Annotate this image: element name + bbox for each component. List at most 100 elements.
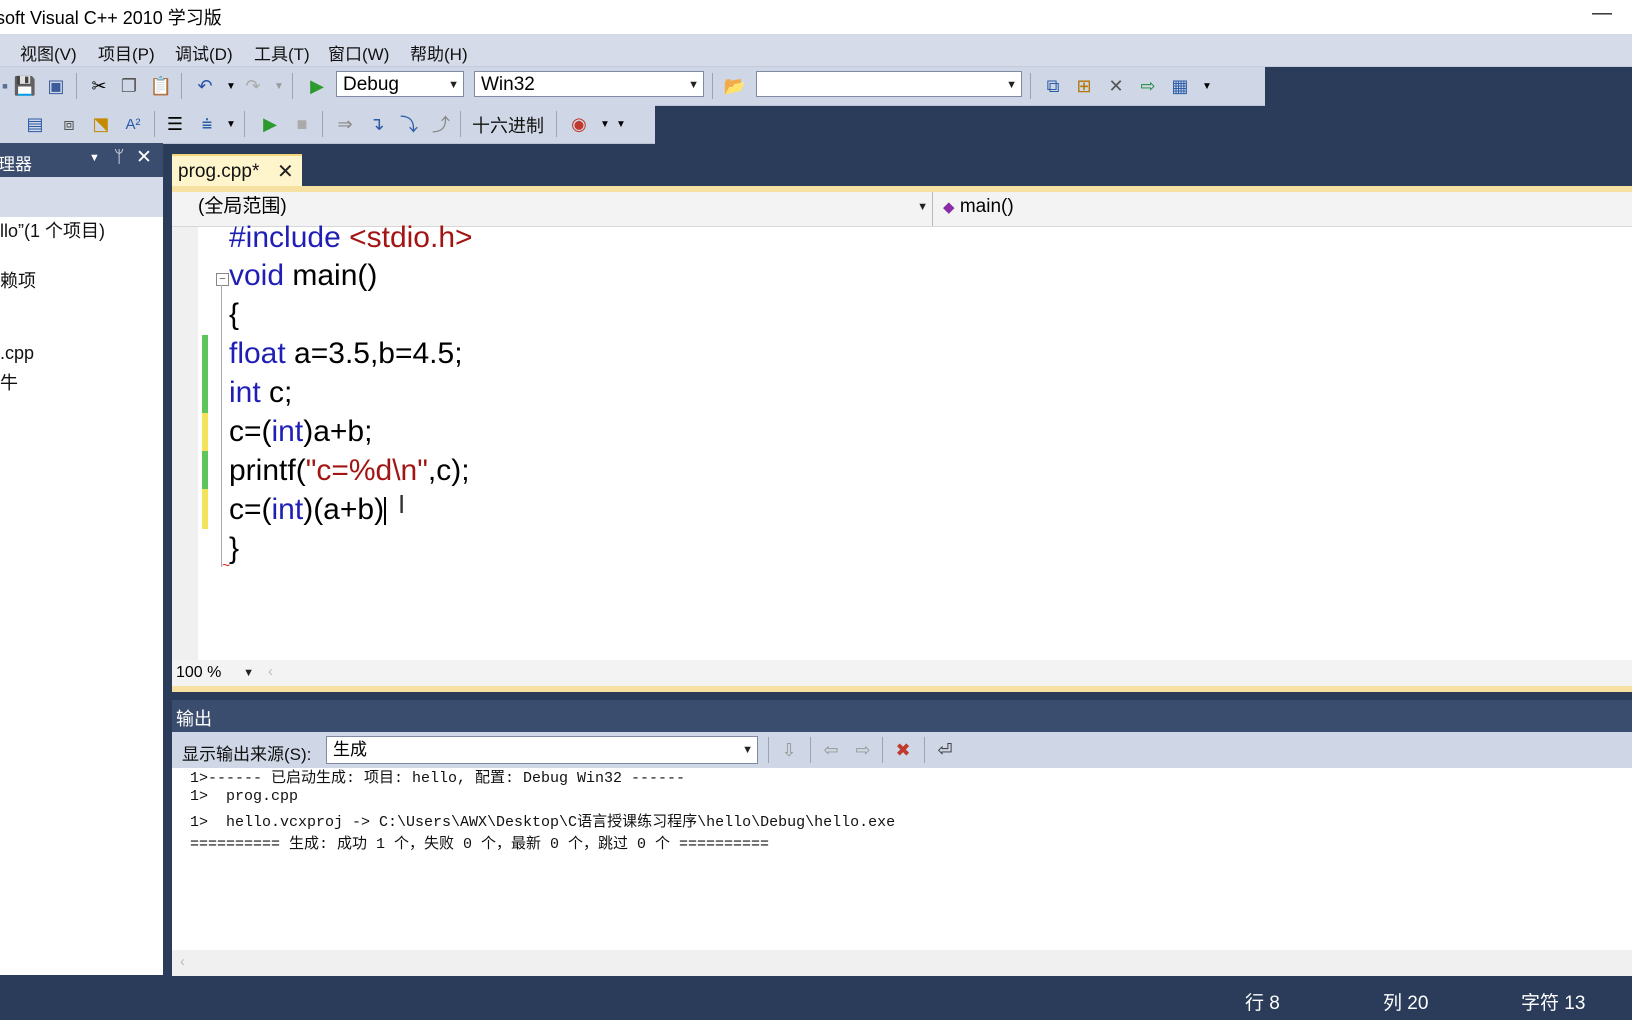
status-bar: 行 8 列 20 字符 13 — [0, 976, 1632, 1020]
separator — [322, 111, 323, 137]
code-line: printf("c=%d\n",c); — [229, 454, 470, 488]
minimize-button[interactable]: — — [1590, 2, 1614, 28]
continue-icon[interactable]: ▶ — [257, 111, 283, 137]
find-combo[interactable]: ▼ — [756, 71, 1022, 97]
breakpoint-window-icon[interactable]: ◉ — [566, 111, 592, 137]
save-all-icon[interactable]: ▣ — [43, 73, 69, 99]
save-icon[interactable]: 💾 — [12, 73, 38, 99]
tools-icon[interactable]: ✕ — [1103, 73, 1129, 99]
code-text: )(a+b) — [303, 493, 385, 526]
show-next-statement-icon[interactable]: ⇒ — [332, 111, 358, 137]
separator — [76, 73, 77, 99]
previous-message-icon[interactable]: ⇦ — [818, 737, 844, 763]
menu-view[interactable]: 视图(V) — [20, 40, 77, 65]
redo-icon[interactable]: ↷ — [240, 73, 266, 99]
tree-item-prog-cpp[interactable]: .cpp — [0, 343, 34, 364]
method-icon: ◆ — [943, 199, 955, 216]
scope-value: (全局范围) — [198, 196, 287, 217]
parameter-info-icon[interactable]: ⧈ — [56, 111, 82, 137]
output-horizontal-scrollbar[interactable]: ‹ — [172, 950, 1632, 976]
string-literal: "c=%d\n" — [305, 454, 428, 487]
scroll-left-icon[interactable]: ‹ — [180, 953, 185, 970]
output-text[interactable]: 1>------ 已启动生成: 项目: hello, 配置: Debug Win… — [172, 768, 1632, 950]
status-column: 列 20 — [1383, 993, 1429, 1014]
separator — [460, 111, 461, 137]
find-message-icon[interactable]: ⇩ — [776, 737, 802, 763]
clear-all-icon[interactable]: ✖ — [890, 737, 916, 763]
find-in-files-icon[interactable]: 📂 — [722, 73, 748, 99]
menu-window[interactable]: 窗口(W) — [328, 40, 389, 65]
separator — [181, 73, 182, 99]
next-message-icon[interactable]: ⇨ — [850, 737, 876, 763]
menu-debug[interactable]: 调试(D) — [175, 40, 233, 65]
i-beam-cursor-icon: I — [398, 489, 406, 519]
close-icon[interactable]: ✕ — [277, 159, 294, 184]
tree-item-dependencies[interactable]: 赖项 — [0, 267, 36, 293]
tab-prog-cpp[interactable]: prog.cpp* ✕ — [172, 154, 302, 187]
panel-dropdown-icon[interactable]: ▼ — [89, 152, 100, 164]
code-text: c; — [260, 376, 293, 409]
properties-icon[interactable]: ⊞ — [1071, 73, 1097, 99]
indent-icon[interactable]: ☰ — [162, 111, 188, 137]
output-source-value: 生成 — [333, 740, 367, 759]
member-select[interactable]: ◆ main() — [937, 194, 1627, 220]
solution-explorer: 理器 ▼ ᛘ ✕ llo”(1 个项目) 赖项 .cpp 牛 — [0, 143, 163, 975]
scroll-left-icon[interactable]: ‹ — [268, 663, 273, 680]
export-icon[interactable]: ⇨ — [1135, 73, 1161, 99]
code-text: ,c); — [427, 454, 470, 487]
redo-dropdown-icon[interactable]: ▼ — [266, 73, 292, 99]
change-marker-saved — [202, 451, 208, 489]
step-over-icon[interactable]: ⤵ — [396, 111, 422, 137]
step-out-icon[interactable]: ⤴ — [428, 111, 454, 137]
change-marker-unsaved — [202, 413, 208, 451]
code-line: { — [229, 298, 240, 331]
tree-item-solution[interactable]: llo”(1 个项目) — [0, 217, 105, 243]
toolbar-options-icon[interactable]: ▼ — [608, 111, 634, 137]
word-wrap-icon[interactable]: ⏎ — [932, 737, 958, 763]
code-text: )a+b; — [303, 415, 373, 448]
list-members-icon[interactable]: ▤ — [22, 111, 48, 137]
keyword: int — [229, 376, 261, 409]
tab-label: prog.cpp* — [178, 161, 260, 182]
complete-word-icon[interactable]: A² — [120, 111, 146, 137]
output-line: 1> hello.vcxproj -> C:\Users\AWX\Desktop… — [190, 814, 896, 831]
menu-project[interactable]: 项目(P) — [98, 40, 155, 65]
editor-zoom-bar: 100 % ▼ ‹ — [172, 660, 1632, 686]
quick-info-icon[interactable]: ⬔ — [88, 111, 114, 137]
zoom-select[interactable]: 100 % ▼ — [172, 660, 258, 686]
output-source-select[interactable]: 生成 ▼ — [326, 736, 758, 764]
stop-icon[interactable]: ■ — [289, 111, 315, 137]
collapse-icon[interactable]: − — [216, 273, 229, 286]
code-editor[interactable]: − #include <stdio.h> void main() { float… — [172, 221, 1632, 660]
hex-display-button[interactable]: 十六进制 — [472, 112, 544, 138]
outline-line — [221, 285, 222, 567]
code-text: c=( — [229, 493, 272, 526]
paste-icon[interactable]: 📋 — [148, 73, 174, 99]
pin-icon[interactable]: ᛘ — [114, 147, 124, 167]
tree-item-files[interactable]: 牛 — [0, 369, 18, 395]
separator — [924, 737, 925, 763]
change-marker-saved — [202, 335, 208, 413]
menu-help[interactable]: 帮助(H) — [410, 40, 468, 65]
undo-icon[interactable]: ↶ — [192, 73, 218, 99]
output-line: 1>------ 已启动生成: 项目: hello, 配置: Debug Win… — [190, 770, 686, 787]
cut-icon[interactable]: ✂ — [86, 73, 112, 99]
start-debug-icon[interactable]: ▶ — [304, 73, 330, 99]
find-symbol-icon[interactable]: ⧉ — [1040, 73, 1066, 99]
output-line: ========== 生成: 成功 1 个，失败 0 个，最新 0 个，跳过 0… — [190, 836, 770, 853]
status-char: 字符 13 — [1521, 993, 1586, 1014]
step-into-icon[interactable]: ↴ — [364, 111, 390, 137]
solution-explorer-header: 理器 ▼ ᛘ ✕ — [0, 143, 163, 177]
copy-icon[interactable]: ❐ — [116, 73, 142, 99]
code-line: #include <stdio.h> — [229, 221, 473, 255]
scope-select[interactable]: (全局范围) ▼ — [172, 194, 932, 220]
close-icon[interactable]: ✕ — [136, 146, 152, 169]
toolbar-options-icon[interactable]: ▼ — [218, 111, 244, 137]
preprocessor: #include — [229, 221, 350, 254]
class-view-icon[interactable]: ▦ — [1167, 73, 1193, 99]
platform-select[interactable]: Win32 ▼ — [474, 71, 704, 97]
comment-icon[interactable]: ⩧ — [194, 111, 220, 137]
menu-tools[interactable]: 工具(T) — [254, 40, 310, 65]
toolbar-options-icon[interactable]: ▼ — [1194, 73, 1220, 99]
config-select[interactable]: Debug ▼ — [336, 71, 464, 97]
